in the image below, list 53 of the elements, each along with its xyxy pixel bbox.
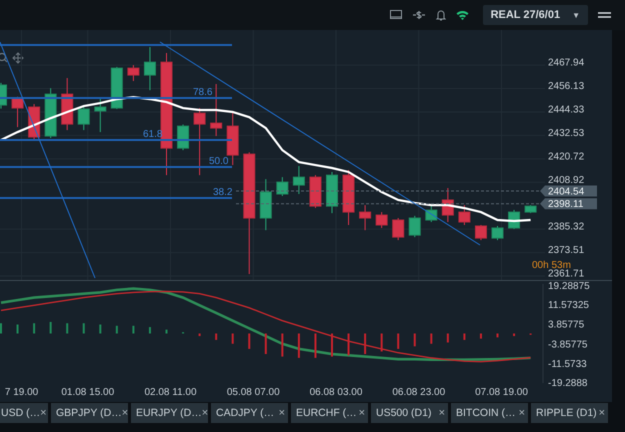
tab-label: US500 (D1) — [376, 407, 432, 419]
macd-axis-label: 11.57325 — [548, 300, 589, 311]
price-axis-label: 2420.72 — [548, 151, 584, 162]
chart-tab[interactable]: BITCOIN (… × — [451, 403, 528, 423]
tab-label: BITCOIN (… — [456, 407, 516, 419]
price-axis-label: 2408.92 — [548, 174, 584, 186]
chart-tab[interactable]: RIPPLE (D1) × — [531, 403, 608, 423]
price-axis-label: 2444.33 — [548, 104, 584, 116]
account-dropdown[interactable]: REAL 27/6/01 ▼ — [482, 5, 588, 25]
price-axis-label: 2361.71 — [548, 268, 584, 280]
macd-axis-label: -3.85775 — [548, 339, 588, 350]
close-tab-button[interactable]: × — [438, 407, 445, 419]
tab-label: EURJPY (D… — [136, 407, 202, 419]
chart-tab[interactable]: GBPJPY (D…× — [51, 403, 128, 423]
time-axis-label: 06.08 03.00 — [310, 387, 362, 398]
macd-axis-label: -11.5733 — [548, 359, 587, 370]
chart-tab[interactable]: EURJPY (D…× — [131, 403, 208, 423]
price-axis-label: 2385.32 — [548, 222, 584, 233]
price-axis-label: 2456.13 — [548, 81, 584, 92]
close-tab-button[interactable]: × — [518, 407, 525, 419]
macd-axis-label: 3.85775 — [548, 320, 584, 331]
price-tag: 2404.54 — [540, 185, 597, 198]
countdown-timer: 00h 53m — [532, 260, 571, 271]
chart-tab[interactable]: USD (…× — [0, 403, 48, 423]
fib-level-label: 38.2 — [213, 187, 232, 198]
macd-axis-label: -19.2888 — [548, 378, 588, 389]
chart-tab[interactable]: CADJPY (… × — [211, 403, 288, 423]
tab-label: CADJPY (… — [216, 407, 274, 419]
chart-tab[interactable]: US500 (D1) × — [371, 403, 448, 423]
time-axis-label: 01.08 15.00 — [61, 387, 114, 398]
close-tab-button[interactable]: × — [598, 407, 605, 419]
price-axis-label: 2373.51 — [548, 245, 584, 256]
time-axis-label: 02.08 11.00 — [144, 387, 197, 398]
close-tab-button[interactable]: × — [278, 407, 285, 419]
close-tab-button[interactable]: × — [122, 407, 128, 419]
price-axis-label: 2432.53 — [548, 128, 584, 139]
time-axis-label: 7 19.00 — [4, 387, 38, 398]
fib-level-label: 78.6 — [193, 87, 212, 98]
time-axis-label: 06.08 23.00 — [392, 387, 446, 398]
price-axis-label: 2467.94 — [548, 58, 584, 69]
chart-tab[interactable]: EURCHF (… × — [291, 403, 368, 423]
fib-level-label: 50.0 — [209, 156, 228, 167]
time-axis-label: 07.08 19.00 — [475, 387, 528, 398]
time-axis-label: 05.08 07.00 — [226, 387, 280, 398]
close-tab-button[interactable]: × — [358, 407, 365, 419]
macd-axis-label: 19.28875 — [548, 281, 590, 292]
tab-label: EURCHF (… — [296, 407, 357, 419]
price-tag: 2398.11 — [540, 198, 597, 210]
tab-label: USD (… — [1, 407, 40, 419]
tab-label: RIPPLE (D1) — [536, 407, 597, 419]
close-tab-button[interactable]: × — [40, 407, 47, 419]
tab-label: GBPJPY (D… — [56, 407, 122, 419]
close-tab-button[interactable]: × — [202, 407, 208, 419]
